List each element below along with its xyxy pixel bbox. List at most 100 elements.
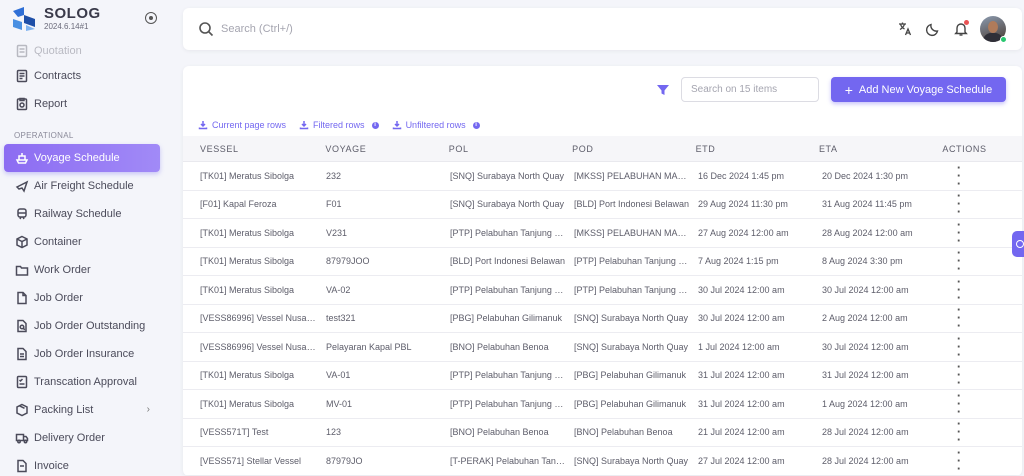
sidebar-item-transaction-approval[interactable]: Transcation Approval: [4, 368, 160, 396]
sidebar-item-invoice[interactable]: Invoice: [4, 452, 160, 474]
section-label-operational: OPERATIONAL: [14, 131, 74, 140]
sidebar-item-air-freight-schedule[interactable]: Air Freight Schedule: [4, 172, 160, 200]
cell-pod: [PBG] Pelabuhan Gilimanuk: [574, 398, 687, 409]
cell-pol: [PTP] Pelabuhan Tanjung Priok: [450, 370, 574, 381]
table-row[interactable]: [TK01] Meratus Sibolga 87979JOO [BLD] Port…: [183, 246, 1022, 276]
column-header-eta[interactable]: ETA: [819, 144, 942, 154]
column-header-vessel[interactable]: VESSEL: [183, 144, 325, 154]
sidebar-item-job-order[interactable]: Job Order: [4, 284, 160, 312]
add-voyage-schedule-button[interactable]: + Add New Voyage Schedule: [831, 77, 1006, 102]
cell-eta: 20 Dec 2024 1:30 pm: [822, 170, 909, 181]
cell-eta: 31 Aug 2024 11:45 pm: [822, 199, 912, 210]
filter-icon[interactable]: [656, 83, 670, 97]
export-unfiltered-rows[interactable]: Unfiltered rows i: [392, 120, 480, 130]
sidebar-item-quotation[interactable]: Quotation: [4, 40, 160, 62]
file-icon: [17, 291, 27, 305]
contract-icon: [16, 69, 28, 83]
table-row[interactable]: [VESS86996] Vessel Nusantara test321 [PBG]…: [183, 303, 1022, 333]
cell-pol: [PTP] Pelabuhan Tanjung Priok: [450, 284, 574, 295]
sidebar-item-label: Work Order: [34, 264, 91, 276]
row-actions-kebab-icon[interactable]: · · ·: [954, 189, 964, 218]
sidebar-item-packing-list[interactable]: Packing List ›: [4, 396, 160, 424]
cell-pol: [BNO] Pelabuhan Benoa: [450, 341, 549, 352]
row-actions-kebab-icon[interactable]: · · ·: [954, 246, 964, 275]
folder-icon: [15, 265, 29, 276]
cell-vessel: [TK01] Meratus Sibolga: [200, 256, 295, 267]
export-filtered-rows[interactable]: Filtered rows i: [299, 120, 379, 130]
column-header-voyage[interactable]: VOYAGE: [325, 144, 448, 154]
cell-pol: [SNQ] Surabaya North Quay: [450, 199, 565, 210]
table-search-input[interactable]: [681, 77, 819, 102]
row-actions-kebab-icon[interactable]: · · ·: [954, 389, 964, 418]
row-actions-kebab-icon[interactable]: · · ·: [954, 161, 964, 190]
export-current-page-rows[interactable]: Current page rows: [198, 120, 286, 130]
table-row[interactable]: [TK01] Meratus Sibolga MV-01 [PTP] Pelabuh…: [183, 389, 1022, 419]
cell-etd: 31 Jul 2024 12:00 am: [698, 398, 785, 409]
table-row[interactable]: [TK01] Meratus Sibolga VA-02 [PTP] Pelabuh…: [183, 275, 1022, 305]
row-actions-kebab-icon[interactable]: · · ·: [954, 218, 964, 247]
table-row[interactable]: [TK01] Meratus Sibolga VA-01 [PTP] Pelabuh…: [183, 360, 1022, 390]
invoice-icon: [17, 459, 27, 473]
column-header-pod[interactable]: POD: [572, 144, 695, 154]
brand[interactable]: SOLOG 2024.6.14#1: [0, 0, 168, 42]
sidebar-item-label: Delivery Order: [34, 432, 105, 444]
column-header-pol[interactable]: POL: [449, 144, 572, 154]
sidebar-item-report[interactable]: Report: [4, 90, 160, 118]
row-actions-kebab-icon[interactable]: · · ·: [954, 360, 964, 389]
customizer-toggle[interactable]: [1012, 231, 1024, 257]
table-row[interactable]: [TK01] Meratus Sibolga 232 [SNQ] Surabaya …: [183, 161, 1022, 191]
voyage-schedule-table: VESSEL VOYAGE POL POD ETD ETA ACTIONS [T…: [183, 136, 1022, 476]
column-header-etd[interactable]: ETD: [696, 144, 819, 154]
export-label: Unfiltered rows: [405, 120, 466, 130]
checklist-icon: [16, 375, 28, 389]
sidebar-item-job-order-insurance[interactable]: Job Order Insurance: [4, 340, 160, 368]
cell-voyage: 87979JO: [326, 455, 363, 466]
row-actions-kebab-icon[interactable]: · · ·: [954, 303, 964, 332]
cell-vessel: [VESS571T] Test: [200, 427, 269, 438]
sidebar-item-voyage-schedule[interactable]: Voyage Schedule: [4, 144, 160, 172]
row-actions-kebab-icon[interactable]: · · ·: [954, 417, 964, 446]
sidebar-item-label: Job Order Outstanding: [34, 320, 146, 332]
moon-icon[interactable]: [925, 21, 941, 37]
sidebar-item-container[interactable]: Container: [4, 228, 160, 256]
cell-eta: 8 Aug 2024 3:30 pm: [822, 256, 903, 267]
sidebar-item-label: Invoice: [34, 460, 69, 472]
translate-icon[interactable]: [897, 21, 913, 37]
sidebar-item-label: Job Order: [34, 292, 83, 304]
cell-pod: [PTP] Pelabuhan Tanjung Priok: [574, 284, 698, 295]
cell-voyage: V231: [326, 227, 348, 238]
sidebar-item-railway-schedule[interactable]: Railway Schedule: [4, 200, 160, 228]
cell-eta: 28 Jul 2024 12:00 am: [822, 455, 909, 466]
row-actions-kebab-icon[interactable]: · · ·: [954, 446, 964, 475]
table-row[interactable]: [VESS571T] Test 123 [BNO] Pelabuhan Benoa […: [183, 417, 1022, 447]
table-row[interactable]: [VESS86996] Vessel Nusantara Pelayaran Ka…: [183, 332, 1022, 362]
cell-etd: 30 Jul 2024 12:00 am: [698, 313, 785, 324]
row-actions-kebab-icon[interactable]: · · ·: [954, 332, 964, 361]
cell-etd: 27 Aug 2024 12:00 am: [698, 227, 789, 238]
sidebar-item-label: Job Order Insurance: [34, 348, 135, 360]
cell-vessel: [TK01] Meratus Sibolga: [200, 370, 295, 381]
global-search-input[interactable]: Search (Ctrl+/): [221, 23, 293, 35]
sidebar-toggle-icon[interactable]: [145, 12, 157, 24]
sidebar-item-work-order[interactable]: Work Order: [4, 256, 160, 284]
file-text-icon: [17, 347, 27, 361]
cell-eta: 31 Jul 2024 12:00 am: [822, 370, 909, 381]
info-icon[interactable]: i: [371, 121, 379, 129]
cell-eta: 30 Jul 2024 12:00 am: [822, 284, 909, 295]
table-row[interactable]: [VESS571] Stellar Vessel 87979JO [T-PERAK]…: [183, 446, 1022, 476]
table-header: VESSEL VOYAGE POL POD ETD ETA ACTIONS: [183, 136, 1022, 162]
sidebar-item-job-order-outstanding[interactable]: Job Order Outstanding: [4, 312, 160, 340]
info-icon[interactable]: i: [472, 121, 480, 129]
sidebar-item-label: Contracts: [34, 70, 82, 82]
sidebar-item-delivery-order[interactable]: Delivery Order: [4, 424, 160, 452]
cell-pol: [T-PERAK] Pelabuhan Tanjung Perak: [450, 455, 574, 466]
cell-pol: [PTP] Pelabuhan Tanjung Priok: [450, 398, 574, 409]
file-icon: [16, 44, 28, 58]
table-row[interactable]: [TK01] Meratus Sibolga V231 [PTP] Pelabuha…: [183, 218, 1022, 248]
table-row[interactable]: [F01] Kapal Feroza F01 [SNQ] Surabaya Nort…: [183, 189, 1022, 219]
search-icon[interactable]: [198, 21, 214, 37]
row-actions-kebab-icon[interactable]: · · ·: [954, 275, 964, 304]
cell-eta: 30 Jul 2024 12:00 am: [822, 341, 909, 352]
sidebar-item-contracts[interactable]: Contracts: [4, 62, 160, 90]
sidebar-item-label: Report: [34, 98, 68, 110]
